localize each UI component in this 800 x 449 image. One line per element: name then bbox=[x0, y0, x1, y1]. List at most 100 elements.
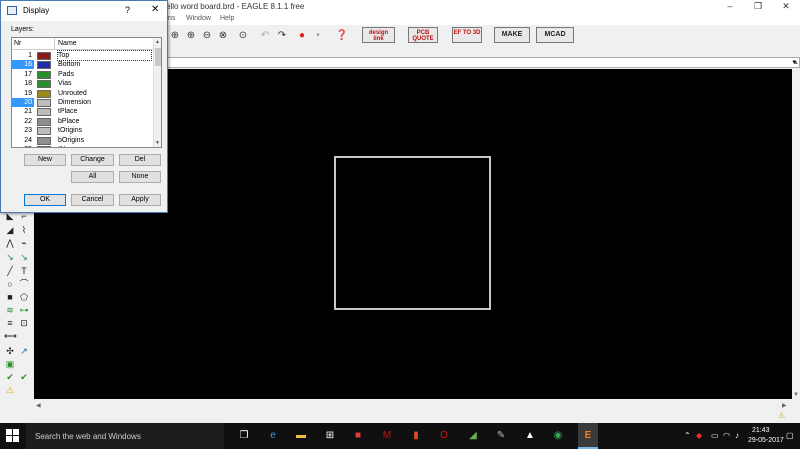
layer-row[interactable]: 22 bPlace bbox=[12, 117, 153, 126]
layer-number[interactable]: 19 bbox=[12, 89, 34, 98]
change-button[interactable]: Change bbox=[71, 154, 114, 166]
utility-icon[interactable]: ✎ bbox=[494, 429, 508, 443]
scroll-right-icon[interactable]: ▶ bbox=[782, 402, 787, 409]
layer-name[interactable]: tNames bbox=[58, 145, 82, 147]
app-icon[interactable]: ◢ bbox=[466, 429, 480, 443]
tray-battery-icon[interactable]: ▭ bbox=[711, 431, 719, 440]
none-button[interactable]: None bbox=[119, 171, 161, 183]
layer-name[interactable]: Unrouted bbox=[58, 89, 87, 98]
menu-help[interactable]: Help bbox=[220, 15, 234, 22]
stop-icon[interactable]: ● bbox=[295, 29, 309, 43]
layer-number[interactable]: 23 bbox=[12, 126, 34, 135]
optimize-icon[interactable]: ⌇ bbox=[18, 224, 30, 236]
layer-number[interactable]: 24 bbox=[12, 136, 34, 145]
board-icon[interactable]: ▣ bbox=[4, 358, 16, 370]
dialog-close-button[interactable]: ✕ bbox=[151, 4, 159, 15]
scroll-down-icon[interactable]: ▼ bbox=[793, 392, 799, 398]
layer-number[interactable]: 21 bbox=[12, 107, 34, 116]
eagle-to-3d-button[interactable]: EF TO 3D bbox=[452, 27, 482, 43]
list-scroll-up-icon[interactable]: ▲ bbox=[155, 39, 160, 45]
layer-row[interactable]: 19 Unrouted bbox=[12, 89, 153, 98]
hole-icon[interactable]: ≡ bbox=[4, 317, 16, 329]
zoom-fit-icon[interactable]: ⊕ bbox=[168, 29, 182, 43]
layer-color-swatch[interactable] bbox=[37, 136, 51, 145]
tray-mcafee-icon[interactable]: ◆ bbox=[696, 431, 702, 440]
notifications-icon[interactable]: ▢ bbox=[786, 431, 794, 440]
drc-icon[interactable]: ✔ bbox=[18, 371, 30, 383]
layer-name[interactable]: Vias bbox=[58, 79, 72, 88]
clock-time[interactable]: 21:43 bbox=[752, 427, 770, 434]
scroll-left-icon[interactable]: ◀ bbox=[36, 402, 41, 409]
layer-row[interactable]: 18 Vias bbox=[12, 79, 153, 89]
menu-partial[interactable]: ns bbox=[168, 15, 175, 22]
layer-row[interactable]: 25 tNames bbox=[12, 145, 153, 147]
apply-button[interactable]: Apply bbox=[119, 194, 161, 206]
tray-network-icon[interactable]: ◠ bbox=[723, 431, 730, 440]
make-button[interactable]: MAKE bbox=[494, 27, 530, 43]
undo-icon[interactable]: ↶ bbox=[258, 29, 272, 43]
list-scroll-down-icon[interactable]: ▼ bbox=[155, 140, 160, 146]
layer-number[interactable]: 16 bbox=[12, 60, 34, 70]
layer-number[interactable]: 17 bbox=[12, 70, 34, 79]
design-link-button[interactable]: design link bbox=[362, 27, 395, 43]
signal-icon[interactable]: ⊶ bbox=[18, 304, 30, 316]
miter-icon[interactable]: ◢ bbox=[4, 224, 16, 236]
zoom-in-icon[interactable]: ⊕ bbox=[184, 29, 198, 43]
layer-color-swatch[interactable] bbox=[37, 117, 51, 126]
polygon-icon[interactable]: ⬠ bbox=[18, 291, 30, 303]
line-icon[interactable]: ╱ bbox=[4, 265, 16, 277]
menu-window[interactable]: Window bbox=[186, 15, 211, 22]
via-icon[interactable]: ≋ bbox=[4, 304, 16, 316]
autorouter-icon[interactable]: ↗ bbox=[18, 345, 30, 357]
layer-row[interactable]: 20 Dimension bbox=[12, 98, 153, 107]
text-icon[interactable]: T bbox=[18, 265, 30, 277]
layer-list-scrollbar[interactable]: ▲ ▼ bbox=[153, 38, 161, 147]
go-icon[interactable]: • bbox=[311, 29, 325, 43]
file-explorer-icon[interactable]: ▬ bbox=[294, 429, 308, 443]
status-warning-icon[interactable]: ⚠ bbox=[778, 411, 785, 420]
eagle-task-button[interactable]: E bbox=[578, 423, 598, 449]
mail-icon[interactable]: ■ bbox=[351, 429, 365, 443]
layer-number[interactable]: 25 bbox=[12, 145, 34, 147]
close-window-button[interactable]: ✕ bbox=[772, 0, 800, 13]
task-view-icon[interactable]: ❐ bbox=[237, 429, 251, 443]
ok-button[interactable]: OK bbox=[24, 194, 66, 206]
minimize-button[interactable]: – bbox=[716, 0, 744, 13]
layer-number[interactable]: 18 bbox=[12, 79, 34, 88]
wire-icon[interactable]: ⋀ bbox=[4, 237, 16, 249]
dimension-icon[interactable]: ⟷ bbox=[4, 330, 17, 342]
layer-row[interactable]: 24 bOrigins bbox=[12, 136, 153, 145]
zoom-select-icon[interactable]: ⊗ bbox=[216, 29, 230, 43]
column-name[interactable]: Name bbox=[58, 40, 77, 47]
layer-color-swatch[interactable] bbox=[37, 99, 51, 107]
layer-number[interactable]: 22 bbox=[12, 117, 34, 126]
layer-color-swatch[interactable] bbox=[37, 61, 51, 70]
clock-date[interactable]: 29-05-2017 bbox=[748, 437, 784, 444]
column-nr[interactable]: Nr bbox=[14, 40, 21, 47]
route-icon[interactable]: ↘ bbox=[4, 251, 16, 263]
ratsnest-icon[interactable]: ✣ bbox=[4, 345, 16, 357]
erc-icon[interactable]: ✔ bbox=[4, 371, 16, 383]
layer-number[interactable]: 20 bbox=[12, 98, 34, 107]
layer-name[interactable]: bPlace bbox=[58, 117, 79, 126]
mcad-button[interactable]: MCAD bbox=[536, 27, 574, 43]
layer-row[interactable]: 17 Pads bbox=[12, 70, 153, 79]
cancel-button[interactable]: Cancel bbox=[71, 194, 114, 206]
all-button[interactable]: All bbox=[71, 171, 114, 183]
autoroute-icon[interactable]: ↘ bbox=[18, 251, 30, 263]
layer-name[interactable]: tOrigins bbox=[58, 126, 82, 135]
attribute-icon[interactable]: ⊡ bbox=[18, 317, 30, 329]
vertical-scrollbar[interactable]: ▲ ▼ bbox=[792, 60, 800, 399]
horizontal-scrollbar[interactable]: ◀ ▶ bbox=[34, 399, 792, 411]
tray-chevron-icon[interactable]: ⌃ bbox=[684, 431, 691, 440]
layer-list[interactable]: Nr Name 1 Top 16 Bottom 17 Pads 18 Vias 19 Unrout… bbox=[11, 37, 162, 148]
rect-icon[interactable]: ■ bbox=[4, 291, 16, 303]
list-scroll-thumb[interactable] bbox=[155, 48, 161, 66]
tray-volume-icon[interactable]: ♪ bbox=[735, 431, 739, 440]
layer-color-swatch[interactable] bbox=[37, 89, 51, 98]
restore-button[interactable]: ❐ bbox=[744, 0, 772, 13]
layer-name[interactable]: Pads bbox=[58, 70, 74, 79]
layer-name[interactable]: Dimension bbox=[58, 98, 91, 107]
ripup-icon[interactable]: ⌁ bbox=[18, 237, 30, 249]
layer-name[interactable]: Top bbox=[57, 50, 152, 61]
